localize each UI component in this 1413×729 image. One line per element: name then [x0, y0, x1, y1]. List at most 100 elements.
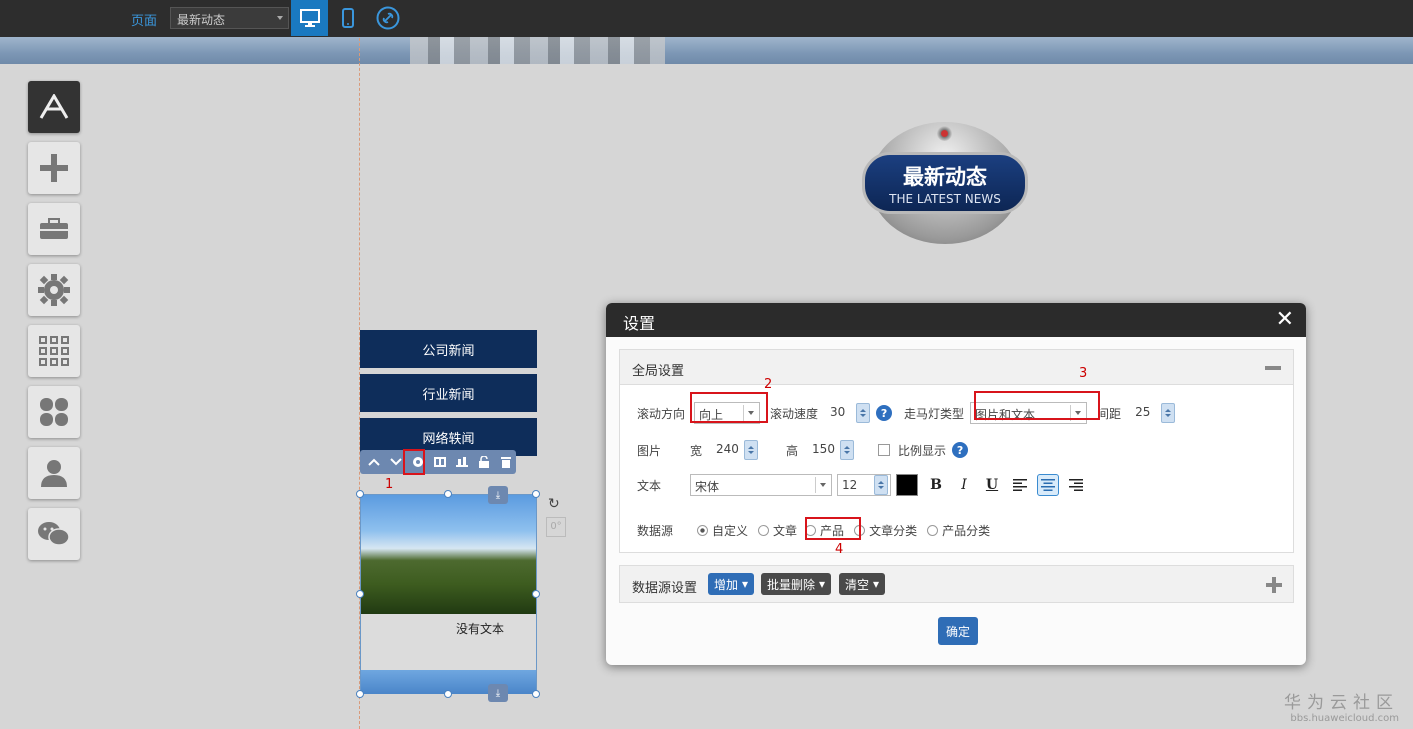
image-height-input[interactable]: 150	[808, 439, 841, 461]
bold-button[interactable]: B	[925, 474, 947, 496]
badge-title-cn: 最新动态	[903, 164, 987, 189]
rotate-icon[interactable]: ↻	[548, 496, 560, 512]
font-size-stepper[interactable]	[874, 475, 889, 495]
clear-button-label: 清空	[845, 577, 870, 592]
annotation-box-3	[974, 391, 1100, 420]
resize-handle[interactable]	[532, 690, 540, 698]
image-settings-row: 图片 宽 240 高 150 比例显示 ?	[637, 439, 969, 461]
ratio-checkbox[interactable]	[878, 444, 891, 456]
scroll-speed-input[interactable]: 30	[826, 402, 857, 424]
resize-handle[interactable]	[356, 590, 364, 598]
latest-news-badge[interactable]: 最新动态 THE LATEST NEWS	[862, 122, 1028, 244]
data-source-option[interactable]: 自定义	[697, 522, 748, 539]
chevron-down-icon: ▾	[873, 577, 880, 591]
clear-button[interactable]: 清空 ▾	[839, 573, 886, 595]
desktop-view-button[interactable]	[291, 0, 328, 36]
lock-icon[interactable]	[474, 452, 494, 472]
image-label: 图片	[637, 443, 662, 458]
news-nav-item[interactable]: 公司新闻	[360, 330, 537, 368]
annotation-box-4	[805, 517, 861, 540]
annotation-number-3: 3	[1079, 366, 1088, 381]
help-icon[interactable]: ?	[952, 442, 969, 458]
annotation-number-4: 4	[835, 542, 844, 557]
top-bar: 页面 最新动态	[0, 0, 1413, 37]
align-center-button[interactable]	[1037, 474, 1060, 496]
align-right-button[interactable]	[1065, 474, 1087, 496]
ratio-label: 比例显示	[898, 443, 947, 458]
app-store-tool-button[interactable]	[28, 81, 80, 133]
user-tool-button[interactable]	[28, 447, 80, 499]
link-button[interactable]	[369, 0, 406, 36]
page-select[interactable]: 最新动态	[170, 7, 289, 29]
mobile-icon	[341, 8, 354, 28]
marquee-element[interactable]: 没有文本	[360, 494, 537, 694]
image-width-stepper[interactable]	[744, 440, 759, 460]
resize-handle[interactable]	[444, 490, 452, 498]
help-icon[interactable]: ?	[876, 405, 893, 421]
collapse-icon[interactable]	[1265, 366, 1281, 370]
chevron-down-icon	[815, 477, 829, 493]
batch-delete-button[interactable]: 批量删除 ▾	[761, 573, 832, 595]
radio[interactable]	[758, 525, 770, 536]
layer-icon[interactable]	[430, 452, 450, 472]
trash-icon[interactable]	[496, 452, 516, 472]
data-source-option[interactable]: 产品分类	[927, 522, 990, 539]
data-source-option-label: 产品分类	[942, 524, 991, 538]
element-toolbar	[360, 450, 516, 474]
font-size-value: 12	[842, 478, 858, 492]
add-button[interactable]: 增加 ▾	[708, 573, 755, 595]
chevron-down-icon: ▾	[742, 577, 749, 591]
italic-button[interactable]: I	[953, 474, 975, 496]
dialog-title: 设置	[623, 314, 656, 333]
align-right-icon	[1069, 479, 1084, 491]
clover-tool-button[interactable]	[28, 386, 80, 438]
data-source-settings-panel: 数据源设置 增加 ▾ 批量删除 ▾ 清空 ▾	[619, 565, 1294, 603]
font-size-input[interactable]: 12	[837, 474, 892, 496]
image-height-stepper[interactable]	[840, 440, 855, 460]
chevron-up-icon[interactable]	[364, 452, 384, 472]
scroll-direction-label: 滚动方向	[637, 406, 686, 421]
scroll-speed-label: 滚动速度	[770, 406, 819, 421]
clover-icon	[40, 398, 68, 426]
resize-handle[interactable]	[356, 690, 364, 698]
wechat-tool-button[interactable]	[28, 508, 80, 560]
toolbox-tool-button[interactable]	[28, 203, 80, 255]
align-icon[interactable]	[452, 452, 472, 472]
font-family-select[interactable]: 宋体	[690, 474, 833, 496]
close-icon[interactable]: ✕	[1276, 307, 1294, 332]
link-icon	[376, 6, 399, 30]
grid-icon	[39, 336, 69, 366]
align-left-icon	[1013, 479, 1028, 491]
annotation-number-1: 1	[385, 477, 394, 492]
add-tool-button[interactable]	[28, 142, 80, 194]
underline-button[interactable]: U	[981, 474, 1003, 496]
download-icon[interactable]: ⤓	[488, 486, 508, 504]
app-store-icon	[39, 94, 69, 119]
resize-handle[interactable]	[532, 590, 540, 598]
news-nav-item[interactable]: 行业新闻	[360, 374, 537, 412]
mobile-view-button[interactable]	[329, 0, 366, 36]
confirm-button[interactable]: 确定	[938, 617, 979, 645]
align-left-button[interactable]	[1009, 474, 1031, 496]
radio-selected[interactable]	[697, 525, 709, 536]
spacing-input[interactable]: 25	[1131, 402, 1162, 424]
spacing-stepper[interactable]	[1161, 403, 1176, 423]
page-banner	[0, 37, 1413, 64]
download-icon[interactable]: ⤓	[488, 684, 508, 702]
scroll-speed-stepper[interactable]	[856, 403, 871, 423]
data-source-settings-title: 数据源设置	[632, 581, 698, 596]
image-width-input[interactable]: 240	[712, 439, 745, 461]
banner-decoration	[410, 37, 665, 64]
expand-plus-icon[interactable]	[1266, 577, 1282, 593]
text-color-swatch[interactable]	[896, 474, 919, 496]
grid-tool-button[interactable]	[28, 325, 80, 377]
data-source-option[interactable]: 文章	[758, 522, 797, 539]
resize-handle[interactable]	[532, 490, 540, 498]
settings-tool-button[interactable]	[28, 264, 80, 316]
no-text-caption: 没有文本	[455, 622, 504, 636]
global-settings-header[interactable]: 全局设置	[620, 350, 1293, 385]
data-source-option[interactable]: 文章分类	[854, 522, 917, 539]
resize-handle[interactable]	[444, 690, 452, 698]
resize-handle[interactable]	[356, 490, 364, 498]
radio[interactable]	[927, 525, 939, 536]
